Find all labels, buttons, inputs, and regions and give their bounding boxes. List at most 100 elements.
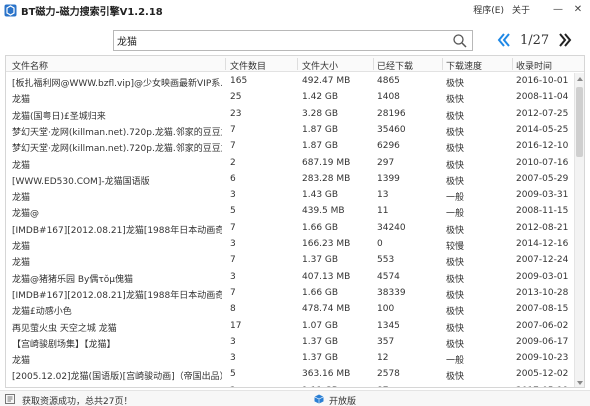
table-row[interactable]: 龙猫(国粤日)£圣城归来 23 3.28 GB 28196 极快 2012-07-25: [6, 106, 575, 122]
scrollbar-thumb[interactable]: [576, 87, 583, 157]
table-row[interactable]: 梦幻天堂·龙网(killman.net).720p.龙猫.邻家的豆豆龙 7 1.87…: [6, 138, 575, 154]
column-divider[interactable]: [442, 58, 443, 70]
cell-size: 166.23 MB: [302, 239, 351, 249]
column-divider[interactable]: [373, 58, 374, 70]
cell-name: [板扎福利网@WWW.bzfl.vip]@少女映画最新VIP系...: [12, 79, 222, 89]
cell-size: 1.66 GB: [302, 287, 339, 298]
cell-count: 3: [230, 271, 236, 282]
cell-downloads: 87: [377, 386, 437, 387]
scroll-up-icon[interactable]: [576, 75, 584, 83]
cell-downloads: 1408: [377, 92, 400, 103]
open-edition-link[interactable]: 开放版: [329, 394, 356, 406]
double-chevron-left-icon: [497, 33, 510, 47]
cell-size: 1.37 GB: [302, 255, 339, 266]
column-header-downloads[interactable]: 已经下载: [377, 59, 413, 72]
status-message: 获取资源成功，总共27页！: [22, 397, 133, 406]
menu-about[interactable]: 关于: [512, 3, 530, 16]
table-row[interactable]: 龙猫 2 687.19 MB 297 极快 2010-07-16: [6, 155, 575, 171]
cell-downloads: 1345: [377, 320, 400, 331]
prev-page-button[interactable]: [494, 29, 514, 51]
table-row[interactable]: 龙猫@猪猪乐园 By偶τǒμ傀猫 3 407.13 MB 4574 极快 2009-03-…: [6, 269, 575, 285]
table-row[interactable]: 龙猫 3 1.43 GB 13 一般 2009-03-31: [6, 187, 575, 203]
cell-count: 2: [230, 157, 236, 168]
cell-date: 2016-10-01: [516, 76, 569, 86]
close-button[interactable]: ✕: [570, 1, 586, 17]
column-divider[interactable]: [512, 58, 513, 70]
search-icon[interactable]: [452, 33, 468, 49]
cell-name: [IMDB#167][2012.08.21]龙猫[1988年日本动画奇幻]...: [12, 290, 222, 301]
cell-size: 283.28 MB: [302, 173, 351, 184]
cell-downloads: 6296: [377, 141, 400, 152]
cell-date: 2010-07-16: [516, 157, 569, 168]
table-row[interactable]: 龙猫 2 1.11 GB 87 极快 2017-05-19: [6, 383, 575, 387]
cell-name: 龙猫£动感小色: [12, 307, 72, 318]
cell-speed: 极快: [446, 274, 465, 285]
cell-date: 2013-10-28: [516, 287, 569, 298]
table-row[interactable]: 龙猫£动感小色 8 478.74 MB 100 极快 2007-08-15: [6, 301, 575, 317]
cell-downloads: 11: [377, 206, 389, 217]
table-row[interactable]: 龙猫 3 166.23 MB 0 较慢 2014-12-16: [6, 236, 575, 252]
next-page-button[interactable]: [555, 29, 575, 51]
cell-speed: 极快: [446, 160, 465, 171]
column-header-date[interactable]: 收录时间: [516, 59, 552, 72]
cell-date: 2007-06-02: [516, 320, 569, 331]
cell-size: 363.16 MB: [302, 369, 351, 380]
cell-size: 1.11 GB: [302, 386, 372, 387]
vertical-scrollbar[interactable]: [574, 73, 584, 387]
search-input[interactable]: [114, 31, 450, 50]
cell-downloads: 2578: [377, 369, 400, 380]
cell-date: 2014-05-25: [516, 124, 569, 135]
cell-speed: 极快: [446, 176, 465, 187]
results-table: 文件名称 文件数目 文件大小 已经下载 下载速度 收录时间 [板扎福利网@WWW…: [5, 55, 585, 388]
pagination: 1/27: [494, 28, 575, 52]
table-row[interactable]: 再见萤火虫 天空之城 龙猫 17 1.07 GB 1345 极快 2007-06-02: [6, 318, 575, 334]
table-row[interactable]: 龙猫 7 1.37 GB 553 极快 2007-12-24: [6, 252, 575, 268]
status-bar: 获取资源成功，总共27页！ 开放版: [0, 390, 590, 406]
table-row[interactable]: [WWW.ED530.COM]-龙猫国语版 6 283.28 MB 1399 极快 200…: [6, 171, 575, 187]
menu-program[interactable]: 程序(E): [473, 3, 504, 16]
table-row[interactable]: [板扎福利网@WWW.bzfl.vip]@少女映画最新VIP系... 165 492…: [6, 73, 575, 89]
cell-name: 梦幻天堂·龙网(killman.net).720p.龙猫.邻家的豆豆龙: [12, 127, 222, 138]
cell-size: 1.37 GB: [302, 353, 339, 364]
column-header-size[interactable]: 文件大小: [302, 59, 338, 72]
cell-count: 7: [230, 124, 236, 135]
table-row[interactable]: 梦幻天堂·龙网(killman.net).720p.龙猫.邻家的豆豆龙 7 1.87…: [6, 122, 575, 138]
cell-date: 2012-07-25: [516, 108, 569, 119]
cell-downloads: 35460: [377, 124, 406, 135]
table-row[interactable]: [IMDB#167][2012.08.21]龙猫[1988年日本动画奇幻]...…: [6, 285, 575, 301]
cell-date: 2009-03-31: [516, 190, 569, 201]
column-divider[interactable]: [297, 58, 298, 70]
cell-speed: 一般: [446, 193, 465, 204]
table-row[interactable]: 龙猫 25 1.42 GB 1408 极快 2008-11-04: [6, 89, 575, 105]
cell-downloads: 1399: [377, 173, 400, 184]
cell-speed: 极快: [446, 95, 465, 106]
cell-name: [2005.12.02]龙猫(国语版)[宫崎骏动画]（帝国出品）: [12, 372, 222, 383]
column-divider[interactable]: [225, 58, 226, 70]
column-header-count[interactable]: 文件数目: [230, 59, 266, 72]
cell-name: 龙猫: [12, 386, 222, 387]
cell-downloads: 38339: [377, 287, 406, 298]
cell-downloads: 4574: [377, 271, 400, 282]
app-logo-icon: [4, 4, 17, 16]
column-header-speed[interactable]: 下载速度: [446, 59, 482, 72]
scroll-down-icon[interactable]: [576, 379, 584, 387]
close-icon: ✕: [573, 3, 583, 15]
cell-date: 2016-12-10: [516, 141, 569, 152]
search-box: [113, 30, 473, 51]
table-row[interactable]: 龙猫 3 1.37 GB 12 一般 2009-10-23: [6, 350, 575, 366]
cell-count: 7: [230, 287, 236, 298]
cell-name: 龙猫: [12, 193, 31, 204]
cell-count: 25: [230, 92, 242, 103]
table-row[interactable]: [IMDB#167][2012.08.21]龙猫[1988年日本动画奇幻]...…: [6, 220, 575, 236]
cell-date: 2014-12-16: [516, 239, 569, 249]
column-header-name[interactable]: 文件名称: [12, 59, 48, 72]
table-row[interactable]: [2005.12.02]龙猫(国语版)[宫崎骏动画]（帝国出品） 5 363.16 …: [6, 366, 575, 382]
cell-size: 3.28 GB: [302, 108, 339, 119]
table-row[interactable]: 龙猫@ 5 439.5 MB 11 一般 2008-11-15: [6, 203, 575, 219]
cell-size: 687.19 MB: [302, 157, 351, 168]
table-row[interactable]: 【宫崎骏剧场集】【龙猫】 3 1.37 GB 357 极快 2009-06-17: [6, 334, 575, 350]
cell-downloads: 100: [377, 304, 395, 315]
cell-date: 2007-05-29: [516, 173, 569, 184]
minimize-button[interactable]: —: [550, 1, 566, 17]
double-chevron-right-icon: [559, 33, 572, 47]
